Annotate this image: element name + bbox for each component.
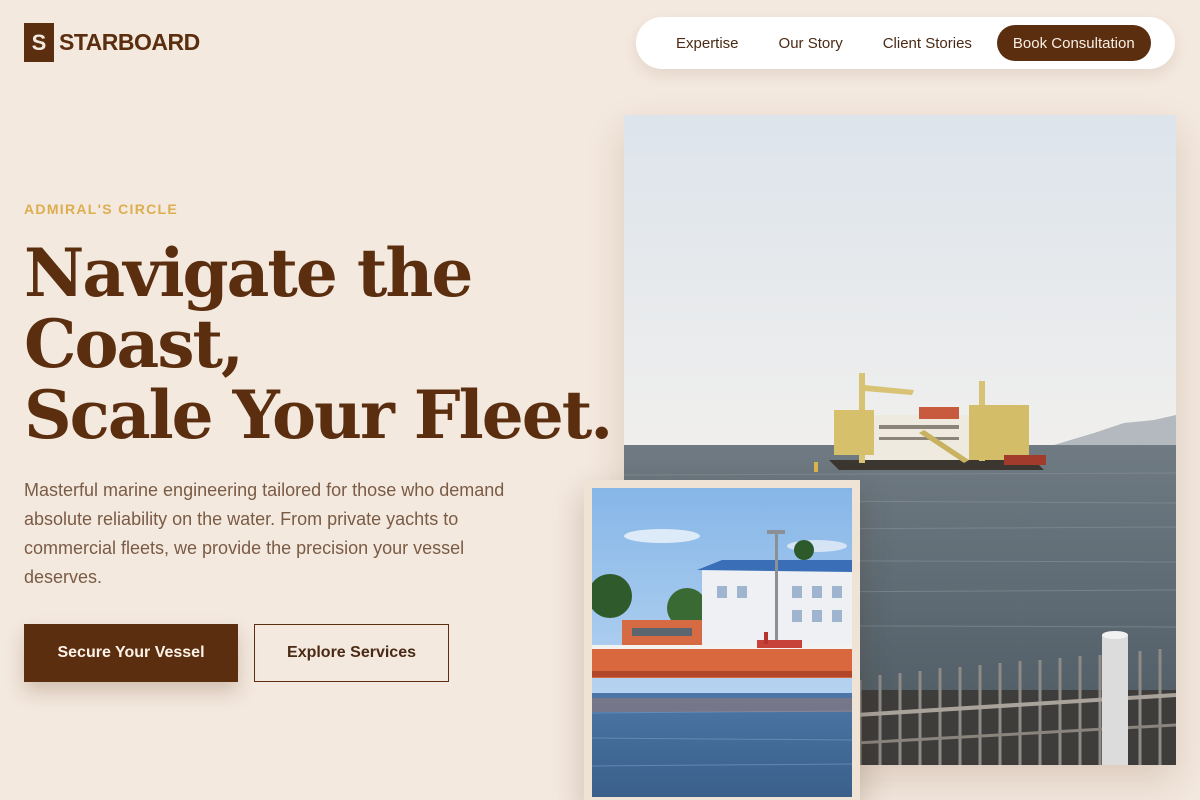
secure-vessel-button[interactable]: Secure Your Vessel — [24, 624, 238, 682]
orange-workboat-photo-frame — [584, 480, 860, 800]
explore-services-button[interactable]: Explore Services — [254, 624, 449, 682]
nav-link-expertise[interactable]: Expertise — [676, 35, 739, 52]
nav-link-our-story[interactable]: Our Story — [779, 35, 843, 52]
headline-line-1: Navigate the — [24, 234, 473, 312]
logo-mark: S — [24, 23, 54, 62]
book-consultation-button[interactable]: Book Consultation — [996, 25, 1151, 61]
hero-subtext: Masterful marine engineering tailored fo… — [24, 480, 505, 587]
hero-headline: Navigate the Coast, Scale Your Fleet. — [24, 234, 613, 454]
headline-line-3: Scale Your Fleet. — [24, 376, 613, 454]
hero-eyebrow: ADMIRAL'S CIRCLE — [24, 201, 179, 217]
nav-link-client-stories[interactable]: Client Stories — [883, 35, 972, 52]
headline-line-2: Coast, — [24, 305, 244, 383]
logo-text: STARBOARD — [59, 29, 200, 55]
brand-logo[interactable]: S STARBOARD — [24, 23, 200, 62]
orange-workboat-photo — [592, 488, 852, 797]
main-nav: Expertise Our Story Client Stories Book … — [636, 17, 1175, 69]
